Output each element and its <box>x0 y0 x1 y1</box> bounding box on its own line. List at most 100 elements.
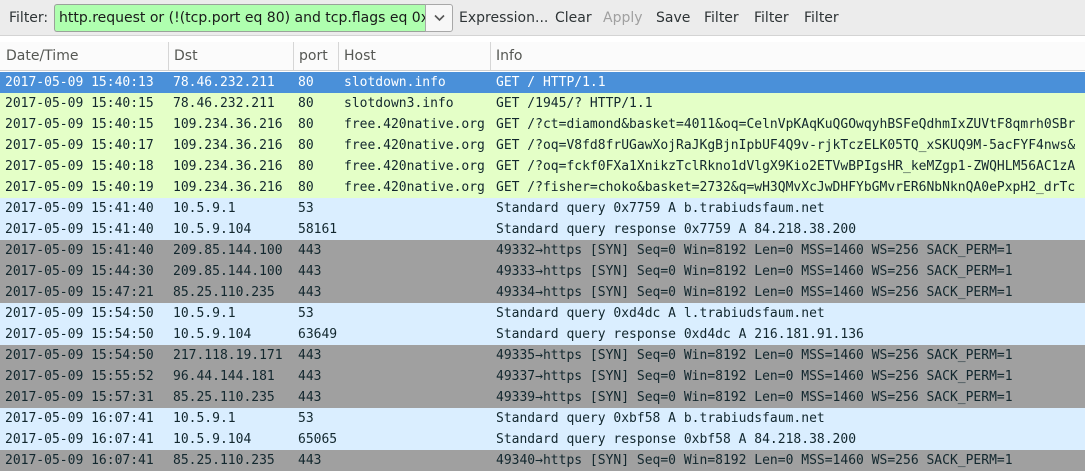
packet-time-cell: 2017-05-09 15:44:30 <box>5 264 154 279</box>
packet-row[interactable]: 2017-05-09 15:40:13 78.46.232.211 80 slotdo… <box>0 72 1085 93</box>
packet-host-cell <box>344 303 490 324</box>
packet-port-cell: 80 <box>298 159 314 174</box>
packet-list[interactable]: 2017-05-09 15:40:13 78.46.232.211 80 slotdo… <box>0 72 1085 471</box>
packet-info-cell: GET /?ct=diamond&basket=4011&oq=CelnVpKA… <box>496 117 1076 132</box>
packet-dst-cell: 85.25.110.235 <box>173 453 275 468</box>
packet-row[interactable]: 2017-05-09 15:40:19 109.234.36.216 80 free.… <box>0 177 1085 198</box>
display-filter-field[interactable] <box>54 4 426 32</box>
packet-host-cell <box>344 429 490 450</box>
packet-port-cell: 58161 <box>298 222 338 237</box>
packet-info-cell: Standard query response 0x7759 A 84.218.… <box>496 222 857 237</box>
packet-info-cell: Standard query 0xbf58 A b.trabiudsfaum.n… <box>496 411 825 426</box>
packet-host-cell <box>344 408 490 429</box>
packet-time-cell: 2017-05-09 15:40:13 <box>5 75 154 90</box>
packet-info-cell: Standard query 0x7759 A b.trabiudsfaum.n… <box>496 201 825 216</box>
packet-dst-cell: 78.46.232.211 <box>173 75 275 90</box>
packet-port-cell: 63649 <box>298 327 338 342</box>
packet-row[interactable]: 2017-05-09 15:41:40 10.5.9.1 53 Standard qu… <box>0 198 1085 219</box>
packet-host-cell <box>344 387 490 408</box>
packet-port-cell: 443 <box>298 264 322 279</box>
packet-row[interactable]: 2017-05-09 15:44:30 209.85.144.100 443 4933… <box>0 261 1085 282</box>
packet-row[interactable]: 2017-05-09 16:07:41 10.5.9.104 65065 Standa… <box>0 429 1085 450</box>
packet-row[interactable]: 2017-05-09 16:07:41 85.25.110.235 443 49340… <box>0 450 1085 471</box>
packet-host-cell <box>344 261 490 282</box>
packet-dst-cell: 209.85.144.100 <box>173 243 283 258</box>
expression-button[interactable]: Expression... <box>459 9 548 27</box>
filter-button-3[interactable]: Filter <box>804 9 839 27</box>
packet-info-cell: Standard query response 0xbf58 A 84.218.… <box>496 432 857 447</box>
packet-list-header: Date/Time Dst port Host Info <box>0 42 1085 71</box>
packet-row[interactable]: 2017-05-09 15:55:52 96.44.144.181 443 49337… <box>0 366 1085 387</box>
column-header-date[interactable]: Date/Time <box>0 42 168 70</box>
packet-row[interactable]: 2017-05-09 15:41:40 10.5.9.104 58161 Standa… <box>0 219 1085 240</box>
column-header-info[interactable]: Info <box>490 42 1085 70</box>
packet-info-cell: Standard query response 0xd4dc A 216.181… <box>496 327 864 342</box>
packet-host-cell <box>344 366 490 387</box>
packet-dst-cell: 217.118.19.171 <box>173 348 283 363</box>
packet-info-cell: GET / HTTP/1.1 <box>496 75 606 90</box>
packet-dst-cell: 78.46.232.211 <box>173 96 275 111</box>
display-filter-input[interactable] <box>55 5 426 31</box>
packet-row[interactable]: 2017-05-09 15:40:15 78.46.232.211 80 slotdo… <box>0 93 1085 114</box>
packet-time-cell: 2017-05-09 15:55:52 <box>5 369 154 384</box>
packet-time-cell: 2017-05-09 15:41:40 <box>5 243 154 258</box>
packet-host-cell <box>344 219 490 240</box>
packet-dst-cell: 209.85.144.100 <box>173 264 283 279</box>
packet-port-cell: 80 <box>298 117 314 132</box>
packet-port-cell: 80 <box>298 180 314 195</box>
packet-port-cell: 80 <box>298 96 314 111</box>
filter-history-dropdown[interactable] <box>425 4 453 32</box>
packet-info-cell: 49332→https [SYN] Seq=0 Win=8192 Len=0 M… <box>496 243 1013 258</box>
packet-dst-cell: 109.234.36.216 <box>173 180 283 195</box>
apply-button[interactable]: Apply <box>603 9 643 27</box>
packet-row[interactable]: 2017-05-09 16:07:41 10.5.9.1 53 Standard qu… <box>0 408 1085 429</box>
packet-time-cell: 2017-05-09 15:47:21 <box>5 285 154 300</box>
packet-port-cell: 443 <box>298 369 322 384</box>
packet-time-cell: 2017-05-09 15:57:31 <box>5 390 154 405</box>
packet-info-cell: GET /1945/? HTTP/1.1 <box>496 96 653 111</box>
packet-dst-cell: 109.234.36.216 <box>173 159 283 174</box>
packet-host-cell <box>344 198 490 219</box>
chevron-down-icon <box>434 14 445 22</box>
packet-row[interactable]: 2017-05-09 15:57:31 85.25.110.235 443 49339… <box>0 387 1085 408</box>
packet-dst-cell: 85.25.110.235 <box>173 285 275 300</box>
packet-time-cell: 2017-05-09 15:40:18 <box>5 159 154 174</box>
packet-port-cell: 443 <box>298 453 322 468</box>
packet-port-cell: 53 <box>298 306 314 321</box>
packet-dst-cell: 10.5.9.1 <box>173 201 236 216</box>
packet-row[interactable]: 2017-05-09 15:47:21 85.25.110.235 443 49334… <box>0 282 1085 303</box>
clear-button[interactable]: Clear <box>555 9 592 27</box>
packet-host-cell: free.420native.org <box>344 138 485 153</box>
packet-dst-cell: 10.5.9.104 <box>173 327 252 342</box>
packet-host-cell: slotdown.info <box>344 75 446 90</box>
packet-time-cell: 2017-05-09 15:41:40 <box>5 222 154 237</box>
packet-port-cell: 80 <box>298 138 314 153</box>
filter-button-1[interactable]: Filter <box>704 9 739 27</box>
packet-dst-cell: 10.5.9.1 <box>173 306 236 321</box>
filter-toolbar: Filter: Expression... Clear Apply Save F… <box>0 0 1085 36</box>
packet-dst-cell: 85.25.110.235 <box>173 390 275 405</box>
column-header-port[interactable]: port <box>293 42 338 70</box>
packet-row[interactable]: 2017-05-09 15:40:15 109.234.36.216 80 free.… <box>0 114 1085 135</box>
save-button[interactable]: Save <box>656 9 690 27</box>
packet-host-cell: free.420native.org <box>344 180 485 195</box>
packet-row[interactable]: 2017-05-09 15:40:18 109.234.36.216 80 free.… <box>0 156 1085 177</box>
packet-time-cell: 2017-05-09 16:07:41 <box>5 432 154 447</box>
packet-row[interactable]: 2017-05-09 15:40:17 109.234.36.216 80 free.… <box>0 135 1085 156</box>
packet-port-cell: 53 <box>298 411 314 426</box>
packet-row[interactable]: 2017-05-09 15:54:50 10.5.9.104 63649 Standa… <box>0 324 1085 345</box>
packet-host-cell <box>344 282 490 303</box>
packet-host-cell <box>344 240 490 261</box>
column-header-dst[interactable]: Dst <box>168 42 293 70</box>
packet-row[interactable]: 2017-05-09 15:41:40 209.85.144.100 443 4933… <box>0 240 1085 261</box>
packet-time-cell: 2017-05-09 16:07:41 <box>5 411 154 426</box>
column-header-host[interactable]: Host <box>338 42 490 70</box>
packet-dst-cell: 109.234.36.216 <box>173 117 283 132</box>
packet-row[interactable]: 2017-05-09 15:54:50 217.118.19.171 443 4933… <box>0 345 1085 366</box>
packet-row[interactable]: 2017-05-09 15:54:50 10.5.9.1 53 Standard qu… <box>0 303 1085 324</box>
packet-host-cell <box>344 345 490 366</box>
packet-info-cell: 49334→https [SYN] Seq=0 Win=8192 Len=0 M… <box>496 285 1013 300</box>
packet-port-cell: 53 <box>298 201 314 216</box>
packet-dst-cell: 10.5.9.104 <box>173 222 252 237</box>
filter-button-2[interactable]: Filter <box>754 9 789 27</box>
